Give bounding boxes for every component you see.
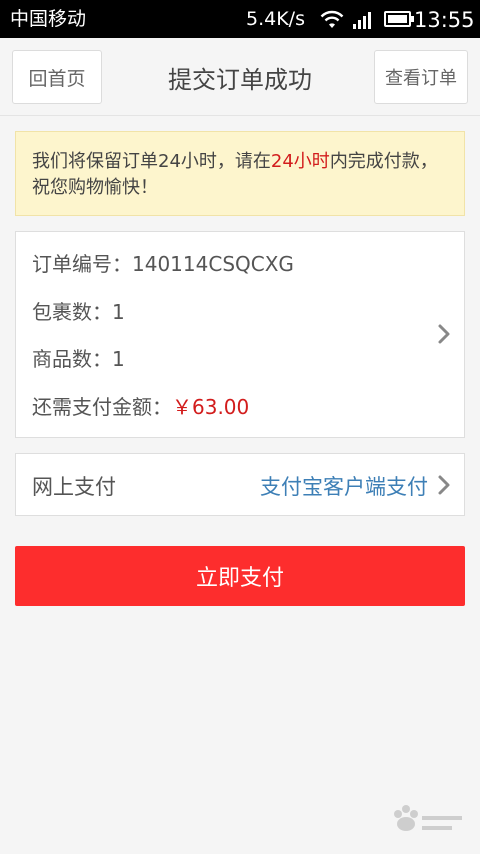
payment-method-value: 支付宝客户端支付 — [260, 474, 428, 499]
wifi-icon — [320, 10, 344, 28]
signal-icon — [353, 12, 371, 29]
carrier-name: 中国移动 — [10, 8, 87, 30]
item-count-value: 1 — [112, 347, 125, 371]
notice-highlight: 24小时 — [270, 151, 330, 172]
package-count-value: 1 — [112, 300, 125, 324]
item-count-row: 商品数：1 — [32, 344, 125, 374]
clock: 13:55 — [414, 8, 475, 32]
network-speed: 5.4K/s — [246, 8, 305, 30]
home-button[interactable]: 回首页 — [12, 50, 102, 104]
notice-text-before: 我们将保留订单24小时，请在 — [32, 151, 271, 172]
package-count-row: 包裹数：1 — [32, 297, 125, 327]
chevron-right-icon — [438, 324, 450, 344]
order-number-value: 140114CSQCXG — [132, 252, 294, 276]
item-count-label: 商品数： — [32, 347, 112, 371]
amount-due-value: ￥63.00 — [172, 395, 250, 419]
reservation-notice: 我们将保留订单24小时，请在24小时内完成付款，祝您购物愉快！ — [15, 131, 465, 216]
package-count-label: 包裹数： — [32, 300, 112, 324]
battery-icon — [384, 11, 414, 27]
amount-due-row: 还需支付金额：￥63.00 — [32, 392, 249, 422]
payment-method-row[interactable]: 网上支付 支付宝客户端支付 — [15, 453, 465, 516]
payment-type-label: 网上支付 — [32, 474, 116, 499]
view-orders-button[interactable]: 查看订单 — [374, 50, 468, 104]
pay-now-button[interactable]: 立即支付 — [15, 546, 465, 606]
watermark-logo — [394, 805, 462, 831]
header: 回首页 提交订单成功 查看订单 — [0, 38, 480, 116]
order-info-card[interactable]: 订单编号：140114CSQCXG 包裹数：1 商品数：1 还需支付金额：￥63… — [15, 231, 465, 438]
status-bar: 中国移动 5.4K/s 13:55 — [0, 0, 480, 38]
amount-due-label: 还需支付金额： — [32, 395, 172, 419]
order-number-row: 订单编号：140114CSQCXG — [32, 249, 294, 279]
order-number-label: 订单编号： — [32, 252, 132, 276]
page-title: 提交订单成功 — [168, 65, 312, 94]
chevron-right-icon — [438, 475, 450, 495]
